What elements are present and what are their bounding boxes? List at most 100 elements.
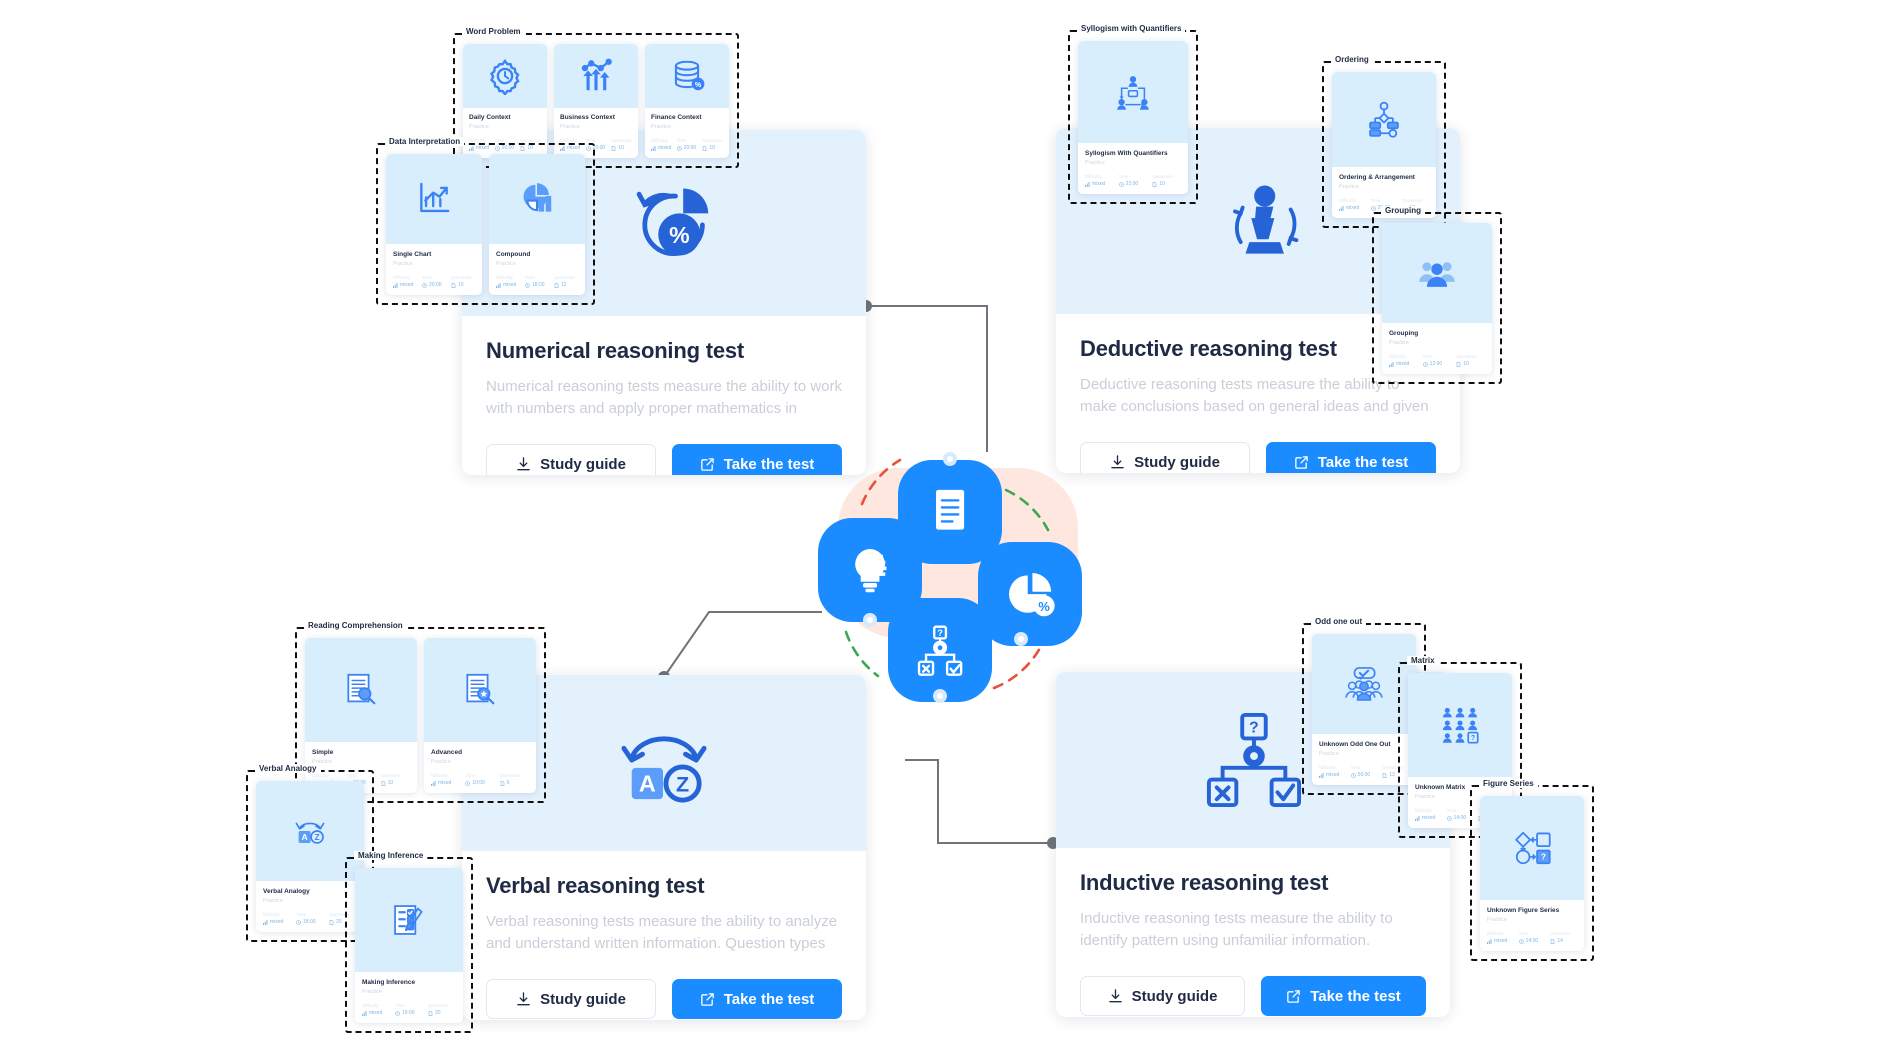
- mini-title: Daily Context: [469, 114, 511, 121]
- page-title: Verbal reasoning test: [486, 873, 705, 898]
- numerical-description: Numerical reasoning tests measure the ab…: [486, 378, 842, 417]
- question-type-card[interactable]: Daily Context Practice Difficulty mixed …: [463, 44, 547, 159]
- hub-tile-flow[interactable]: ?: [888, 598, 992, 702]
- mini-title: Unknown Odd One Out: [1319, 741, 1391, 748]
- inductive-actions: Study guide Take the test: [1080, 976, 1426, 1016]
- hub-node-top: [943, 452, 957, 466]
- take-the-test-button[interactable]: Take the test: [1261, 976, 1426, 1016]
- group-grouping: Grouping Grouping Practice Difficulty mi…: [1372, 206, 1502, 385]
- question-type-card[interactable]: Making Inference Practice Difficulty mix…: [355, 868, 463, 1024]
- question-type-card[interactable]: Syllogism With Quantifiers Practice Diff…: [1078, 41, 1188, 195]
- mini-meta: Difficulty mixed Time 12:00 Questions 10: [1389, 354, 1485, 367]
- people-check-icon: [1345, 667, 1383, 701]
- mini-subtitle: Practice: [560, 124, 580, 131]
- mini-meta: Difficulty mixed Time 14:00 Questions 14: [1487, 931, 1577, 944]
- document-search-icon: [347, 673, 376, 705]
- download-icon: [1108, 988, 1122, 1002]
- infographic-canvas: % Numerical reasoning test Numerical rea…: [0, 0, 1890, 1063]
- mini-meta: Difficulty mixed Time 18:00 Questions 12: [496, 275, 578, 288]
- matrix-people-icon: ?: [1442, 707, 1479, 744]
- growth-arrows-icon: [581, 58, 612, 91]
- meta-questions: Questions 10: [702, 138, 723, 152]
- mini-subtitle: Practice: [431, 759, 451, 766]
- study-guide-label: Study guide: [540, 990, 626, 1008]
- file-icon: [1551, 938, 1555, 944]
- mini-title: Advanced: [431, 749, 463, 756]
- question-type-card[interactable]: Ordering & Arrangement Practice Difficul…: [1332, 72, 1436, 219]
- pie-bar-icon: [523, 183, 552, 212]
- file-icon: [381, 780, 385, 786]
- bars-icon: [1389, 361, 1394, 367]
- group-syllogism: Syllogism with Quantifiers Syllogism Wit…: [1068, 24, 1198, 205]
- meta-time: Time 19:00: [395, 1003, 415, 1017]
- mini-subtitle: Practice: [1085, 160, 1105, 167]
- edit-square-icon: [1287, 989, 1300, 1003]
- question-type-card[interactable]: ? Unknown Figure Series Practice Difficu…: [1480, 796, 1584, 952]
- take-the-test-button[interactable]: Take the test: [672, 979, 842, 1019]
- bar-chart-arrow-icon: [420, 182, 450, 213]
- question-type-card[interactable]: Single Chart Practice Difficulty mixed T…: [386, 154, 482, 296]
- download-icon: [517, 991, 530, 1005]
- clock-icon: [525, 282, 530, 288]
- clock-icon: [1518, 938, 1524, 944]
- flow-gear-icon: ?: [1206, 712, 1302, 808]
- meta-difficulty: Difficulty mixed: [362, 1003, 383, 1017]
- question-type-card[interactable]: Advanced Practice Difficulty mixed Time …: [424, 638, 536, 794]
- download-icon: [1111, 454, 1124, 468]
- meta-difficulty: Difficulty mixed: [1487, 931, 1508, 945]
- question-type-card[interactable]: Compound Practice Difficulty mixed Time …: [489, 154, 585, 296]
- group-label: Syllogism with Quantifiers: [1077, 24, 1186, 33]
- meta-difficulty: Difficulty mixed: [1085, 174, 1106, 188]
- file-icon: [500, 780, 504, 786]
- svg-text:%: %: [695, 81, 702, 89]
- meta-time: Time 18:00: [525, 275, 545, 289]
- edit-square-icon: [700, 457, 714, 471]
- study-guide-button[interactable]: Study guide: [486, 444, 656, 475]
- hub-tile-pie[interactable]: %: [978, 542, 1082, 646]
- study-guide-button[interactable]: Study guide: [486, 979, 656, 1019]
- mini-title: Finance Context: [651, 114, 702, 121]
- clock-icon: [676, 145, 682, 151]
- mini-body: Advanced Practice Difficulty mixed Time …: [424, 742, 536, 793]
- bars-icon: [651, 145, 656, 151]
- meta-difficulty: Difficulty mixed: [1319, 765, 1340, 779]
- lightbulb-gear-icon: [855, 548, 887, 593]
- mini-body: Unknown Figure Series Practice Difficult…: [1480, 900, 1584, 951]
- mini-title: Ordering & Arrangement: [1339, 174, 1415, 181]
- mini-hero: [554, 44, 638, 108]
- meta-time: Time 14:00: [1518, 931, 1539, 945]
- study-guide-button[interactable]: Study guide: [1080, 442, 1250, 473]
- meta-questions: Questions 12: [554, 275, 575, 289]
- study-guide-button[interactable]: Study guide: [1080, 976, 1245, 1016]
- question-type-card[interactable]: % Finance Context Practice Difficulty mi…: [645, 44, 729, 159]
- mini-hero: %: [645, 44, 729, 108]
- group-data-interpretation: Data Interpretation Single Chart Practic…: [376, 137, 595, 306]
- clock-icon: [395, 1010, 400, 1016]
- mini-title: Syllogism With Quantifiers: [1085, 150, 1168, 157]
- mini-hero: [1332, 72, 1436, 167]
- study-guide-label: Study guide: [1131, 987, 1218, 1005]
- meta-questions: Questions 10: [611, 138, 632, 152]
- mini-meta: Difficulty mixed Time 20:00 Questions 10: [393, 275, 475, 288]
- file-icon: [329, 919, 334, 925]
- meta-time: Time 12:00: [1422, 354, 1443, 368]
- inductive-description: Inductive reasoning tests measure the ab…: [1080, 910, 1393, 949]
- page-title: Inductive reasoning test: [1080, 870, 1329, 895]
- svg-text:?: ?: [1541, 852, 1546, 861]
- mini-hero: [424, 638, 536, 742]
- mini-title: Compound: [496, 251, 531, 258]
- mini-subtitle: Practice: [469, 124, 489, 131]
- mini-subtitle: Practice: [496, 261, 516, 268]
- group-label: Reading Comprehension: [304, 621, 407, 630]
- take-the-test-label: Take the test: [723, 455, 815, 473]
- question-type-card[interactable]: Grouping Practice Difficulty mixed Time …: [1382, 223, 1492, 375]
- bars-icon: [393, 282, 398, 288]
- question-type-card[interactable]: Business Context Practice Difficulty mix…: [554, 44, 638, 159]
- meta-difficulty: Difficulty mixed: [263, 912, 284, 926]
- mini-hero: [489, 154, 585, 244]
- mini-title: Grouping: [1389, 330, 1419, 337]
- file-icon: [612, 145, 616, 151]
- deductive-actions: Study guide Take the test: [1080, 442, 1436, 473]
- take-the-test-button[interactable]: Take the test: [1266, 442, 1436, 473]
- meta-questions: Questions 14: [1550, 931, 1571, 945]
